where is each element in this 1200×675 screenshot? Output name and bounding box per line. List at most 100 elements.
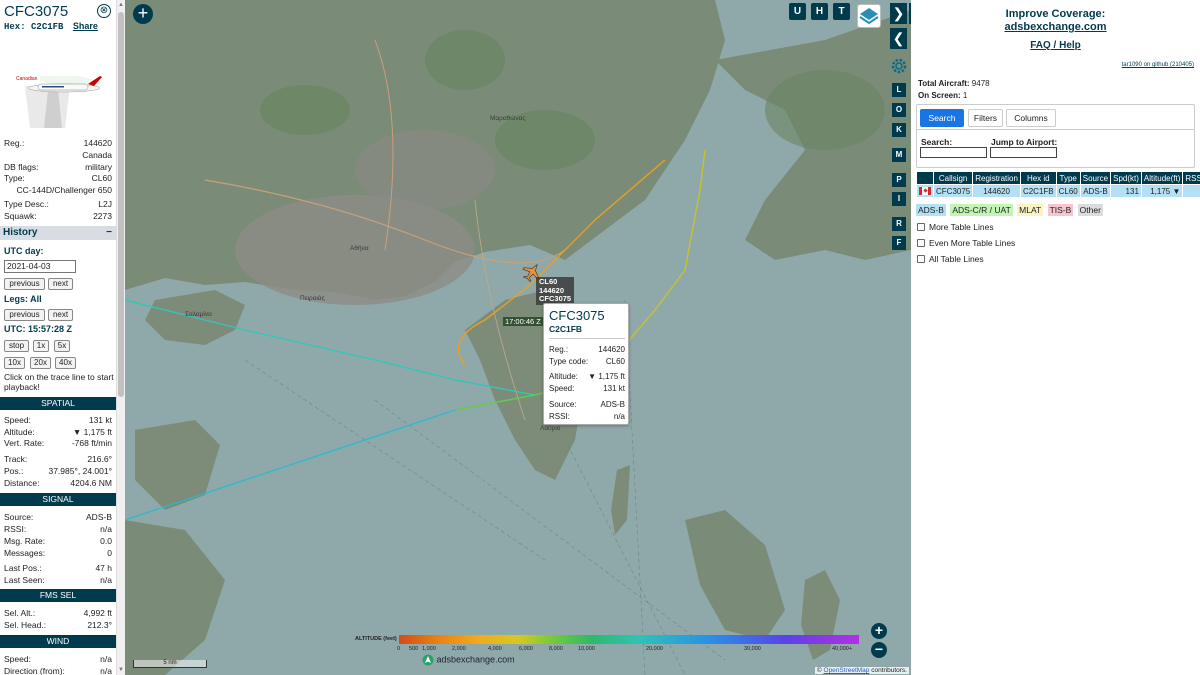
speed-1x-button[interactable]: 1x xyxy=(33,340,49,352)
col-rssi[interactable]: RSSI xyxy=(1183,172,1200,184)
forward-button[interactable]: ❯ xyxy=(890,3,907,24)
zoom-out-button[interactable]: − xyxy=(871,642,887,658)
p-button[interactable]: P xyxy=(892,173,906,187)
scrollbar-thumb[interactable] xyxy=(118,12,124,397)
search-input[interactable] xyxy=(920,147,987,158)
leg-next-button[interactable]: next xyxy=(48,309,73,321)
cell-source: ADS-B xyxy=(1080,185,1111,197)
speed-5x-button[interactable]: 5x xyxy=(54,340,70,352)
table-row[interactable]: CFC3075 144620 C2C1FB CL60 ADS-B 131 1,1… xyxy=(917,185,1200,197)
osm-link[interactable]: OpenStreetMap xyxy=(824,667,870,674)
brand-logo: adsbexchange.com xyxy=(422,654,515,666)
history-header[interactable]: History − xyxy=(0,226,116,240)
canada-flag-icon xyxy=(919,187,931,196)
fms-header: FMS SEL xyxy=(0,589,116,602)
share-link[interactable]: Share xyxy=(73,21,98,31)
altitude-tick: 20,000 xyxy=(646,646,663,652)
speed-20x-button[interactable]: 20x xyxy=(30,357,51,369)
i-button[interactable]: I xyxy=(892,192,906,206)
open-sidebar-button[interactable]: + xyxy=(133,4,153,24)
place-label: Πειραιάς xyxy=(300,294,325,302)
info-row-type-desc: Type Desc.: L2J xyxy=(4,199,112,209)
even-more-table-lines-checkbox[interactable]: Even More Table Lines xyxy=(917,238,1015,248)
all-table-lines-checkbox[interactable]: All Table Lines xyxy=(917,254,984,264)
r-button[interactable]: R xyxy=(892,217,906,231)
scroll-up-icon[interactable]: ▲ xyxy=(118,1,124,9)
signal-header: SIGNAL xyxy=(0,493,116,506)
col-hex[interactable]: Hex id xyxy=(1020,172,1056,184)
info-row-db-flags: DB flags: military xyxy=(4,162,112,172)
altitude-tick: 40,000+ xyxy=(832,646,853,652)
speed-10x-button[interactable]: 10x xyxy=(4,357,25,369)
u-button[interactable]: U xyxy=(789,3,806,20)
col-speed[interactable]: Spd(kt) xyxy=(1111,172,1141,184)
cell-callsign: CFC3075 xyxy=(934,185,973,197)
collapse-icon[interactable]: − xyxy=(106,226,112,240)
type-name: CC-144D/Challenger 650 xyxy=(16,185,112,195)
o-button[interactable]: O xyxy=(892,103,906,117)
scroll-down-icon[interactable]: ▼ xyxy=(118,666,124,674)
spatial-vert-rate: Vert. Rate: -768 ft/min xyxy=(4,438,112,448)
stop-button[interactable]: stop xyxy=(4,340,29,352)
info-row-reg: Reg.: 144620 xyxy=(4,138,112,148)
t-button[interactable]: T xyxy=(833,3,850,20)
more-table-lines-checkbox[interactable]: More Table Lines xyxy=(917,222,994,232)
tab-filters[interactable]: Filters xyxy=(968,109,1003,127)
col-source[interactable]: Source xyxy=(1080,172,1111,184)
operator-logo-text: Canadian xyxy=(16,76,38,82)
cell-hex: C2C1FB xyxy=(1020,185,1056,197)
source-legend: ADS-B ADS-C/R / UAT MLAT TIS-B Other xyxy=(916,204,1105,216)
legs-label: Legs: All xyxy=(4,294,42,304)
tab-columns[interactable]: Columns xyxy=(1006,109,1056,127)
altitude-tick: 10,000 xyxy=(578,646,595,652)
h-button[interactable]: H xyxy=(811,3,828,20)
cell-type: CL60 xyxy=(1056,185,1080,197)
altitude-tick: 8,000 xyxy=(549,646,563,652)
cell-registration: 144620 xyxy=(973,185,1020,197)
m-button[interactable]: M xyxy=(892,148,906,162)
layers-button[interactable] xyxy=(857,4,881,28)
source-tag: MLAT xyxy=(1017,204,1044,216)
altitude-legend-title: ALTITUDE (feet) xyxy=(355,636,397,642)
date-input[interactable]: 2021-04-03 xyxy=(4,260,76,273)
col-flag[interactable] xyxy=(917,172,933,184)
spatial-speed: Speed: 131 kt xyxy=(4,415,112,425)
info-row-squawk: Squawk: 2273 xyxy=(4,211,112,221)
sidebar-scrollbar[interactable]: ▲ ▼ xyxy=(116,0,125,675)
spatial-header: SPATIAL xyxy=(0,397,116,410)
back-button[interactable]: ❮ xyxy=(890,28,907,49)
playback-note: Click on the trace line to start playbac… xyxy=(4,372,114,392)
version-link[interactable]: tar1090 on github (210405) xyxy=(1122,62,1194,68)
place-label: Μαραθώνας xyxy=(490,114,525,122)
hex-label: Hex: xyxy=(4,22,26,32)
altitude-tick: 500 xyxy=(409,646,419,652)
total-aircraft: Total Aircraft: 9478 xyxy=(918,79,990,88)
col-callsign[interactable]: Callsign xyxy=(934,172,973,184)
hex-line: Hex: C2C1FB Share xyxy=(4,21,98,32)
speed-40x-button[interactable]: 40x xyxy=(55,357,76,369)
col-altitude[interactable]: Altitude(ft) xyxy=(1141,172,1183,184)
col-type[interactable]: Type xyxy=(1056,172,1080,184)
zoom-in-button[interactable]: + xyxy=(871,623,887,639)
adsbexchange-link[interactable]: adsbexchange.com xyxy=(911,21,1200,33)
l-button[interactable]: L xyxy=(892,83,906,97)
cell-speed: 131 xyxy=(1111,185,1141,197)
leg-previous-button[interactable]: previous xyxy=(4,309,45,321)
day-previous-button[interactable]: previous xyxy=(4,278,45,290)
col-registration[interactable]: Registration xyxy=(973,172,1020,184)
faq-help-link[interactable]: FAQ / Help xyxy=(911,40,1200,51)
aircraft-photo: Canadian xyxy=(10,72,106,130)
spatial-altitude: Altitude: ▼ 1,175 ft xyxy=(4,427,112,437)
altitude-tick: 0 xyxy=(397,646,401,652)
f-button[interactable]: F xyxy=(892,236,906,250)
tab-search[interactable]: Search xyxy=(920,109,964,127)
close-icon[interactable]: ⊗ xyxy=(97,4,111,18)
day-next-button[interactable]: next xyxy=(48,278,73,290)
altitude-legend-bar xyxy=(399,635,859,644)
hex-value: C2C1FB xyxy=(31,22,64,32)
settings-gear-icon[interactable] xyxy=(889,56,909,76)
jump-airport-input[interactable] xyxy=(990,147,1057,158)
k-button[interactable]: K xyxy=(892,123,906,137)
map-view[interactable]: Αθήνα Πειραιάς Σαλαμίνα Μαραθώνας Λαύριο… xyxy=(125,0,911,675)
aircraft-popup[interactable]: CFC3075 C2C1FB Reg.: 144620 Type code: CL6… xyxy=(543,303,629,425)
